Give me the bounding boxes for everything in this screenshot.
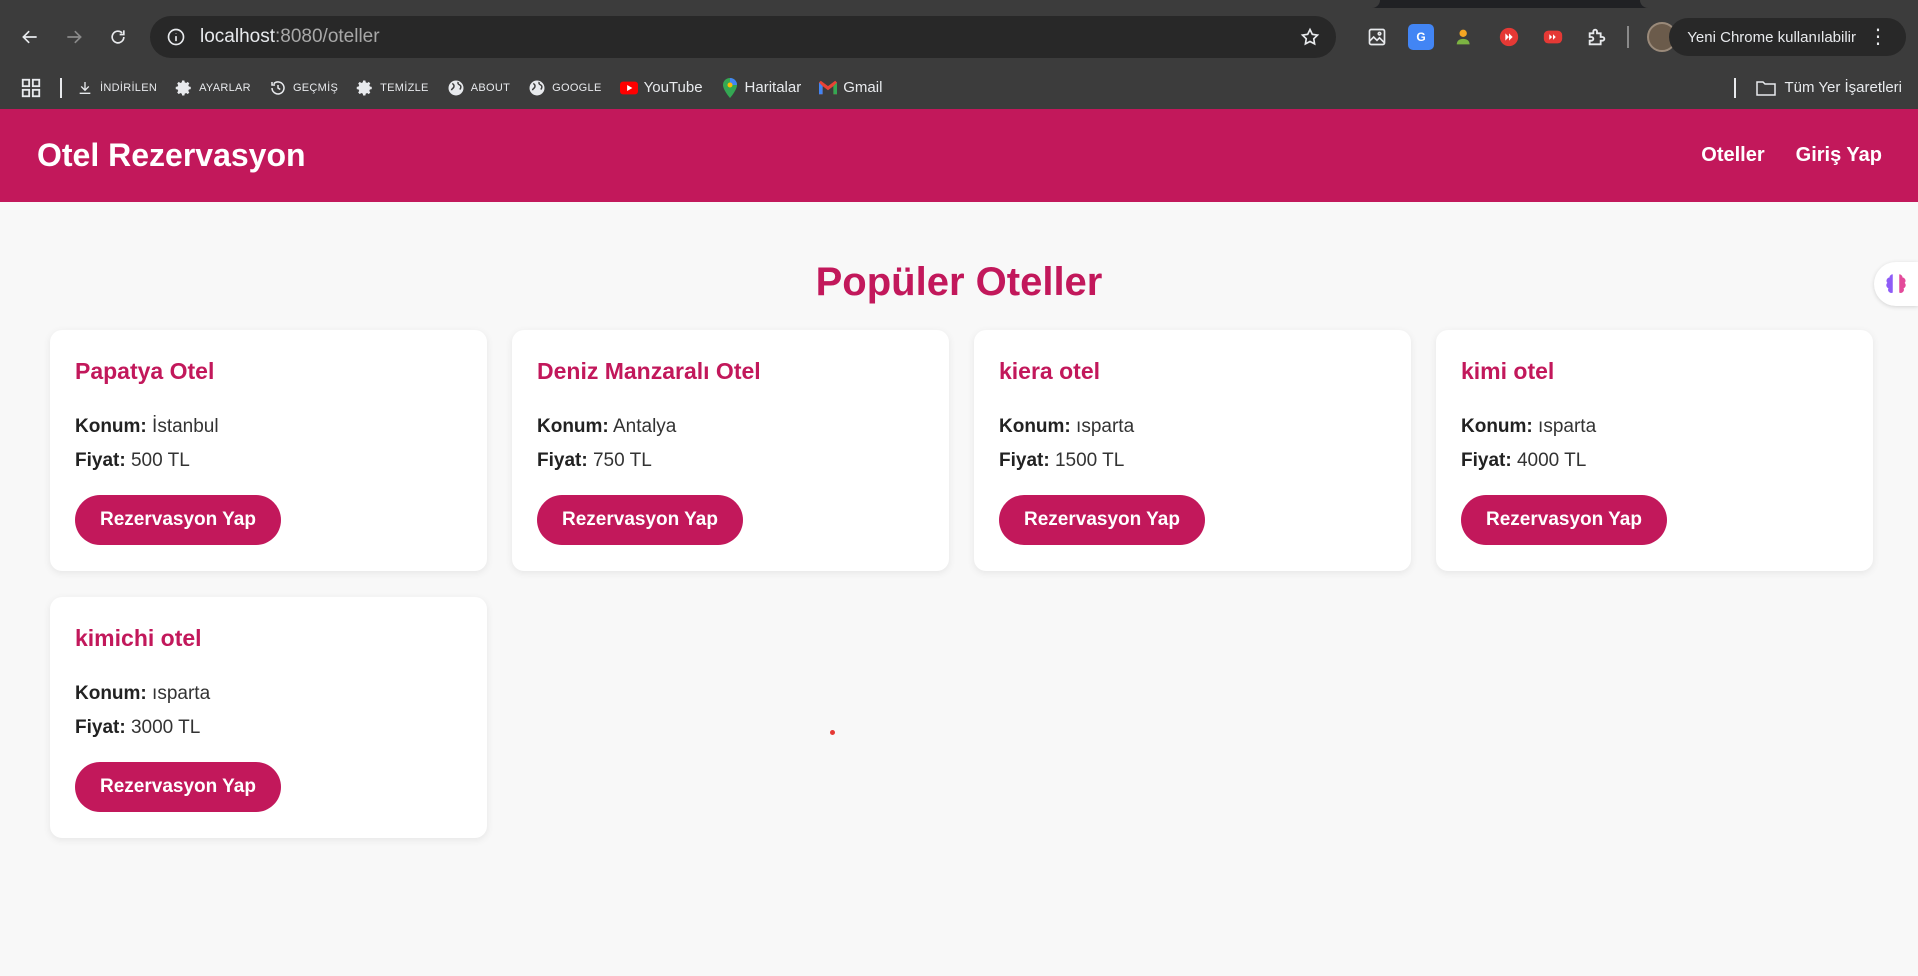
hotel-name: kimichi otel — [75, 625, 202, 651]
bookmark-label: Haritalar — [744, 79, 802, 96]
bookmark-label: ABOUT — [470, 81, 511, 94]
toolbar-separator — [1627, 26, 1629, 48]
bookmark-haritalar[interactable]: Haritalar — [721, 77, 802, 98]
bookmarks-separator — [1734, 77, 1737, 98]
bookmarks-bar: İNDİRİLEN AYARLAR GEÇMİŞ TEMİZLE ABOUT G… — [0, 66, 1918, 109]
all-bookmarks-label: Tüm Yer İşaretleri — [1784, 79, 1902, 96]
main-content: Popüler Oteller Papatya Otel Konum: İsta… — [0, 202, 1918, 878]
gear-icon — [356, 79, 374, 97]
hotel-card: kimi otel Konum: ısparta Fiyat: 4000 TL … — [1436, 330, 1873, 571]
bookmark-about[interactable]: ABOUT — [447, 79, 510, 97]
bookmark-temizle[interactable]: TEMİZLE — [356, 79, 429, 97]
nav-link-hotels[interactable]: Oteller — [1701, 144, 1764, 167]
book-button[interactable]: Rezervasyon Yap — [75, 495, 281, 545]
folder-icon — [1756, 80, 1777, 96]
youtube-icon — [619, 79, 638, 97]
hotel-card: kimichi otel Konum: ısparta Fiyat: 3000 … — [50, 597, 487, 838]
chrome-update-button[interactable]: Yeni Chrome kullanılabilir ⋮ — [1669, 18, 1906, 56]
hotel-location: Konum: ısparta — [999, 416, 1135, 437]
hotel-price: Fiyat: 4000 TL — [1461, 450, 1587, 471]
address-bar[interactable]: localhost:8080/oteller — [150, 16, 1336, 58]
hotel-name: kimi otel — [1461, 358, 1555, 384]
bookmark-gmail[interactable]: Gmail — [819, 79, 882, 97]
youtube-speed-extension-icon[interactable] — [1540, 24, 1566, 50]
image-extension-icon[interactable] — [1364, 24, 1390, 50]
nav-link-login[interactable]: Giriş Yap — [1796, 144, 1882, 167]
translate-extension-icon[interactable]: G — [1408, 24, 1434, 50]
hotel-location: Konum: İstanbul — [75, 416, 219, 437]
url-text: localhost:8080/oteller — [200, 26, 380, 47]
page-title: Popüler Oteller — [815, 260, 1103, 304]
brain-icon — [1886, 274, 1906, 294]
person-extension-icon[interactable] — [1452, 24, 1478, 50]
history-icon — [269, 79, 287, 97]
hotel-location: Konum: ısparta — [75, 683, 211, 704]
info-icon[interactable] — [166, 27, 186, 47]
gmail-icon — [819, 79, 838, 97]
active-tab-edge — [0, 0, 1380, 8]
bookmark-label: GOOGLE — [552, 81, 602, 94]
back-button[interactable] — [12, 19, 48, 55]
hotel-price: Fiyat: 1500 TL — [999, 450, 1125, 471]
book-button[interactable]: Rezervasyon Yap — [75, 762, 281, 812]
bookmark-indirilen[interactable]: İNDİRİLEN — [76, 79, 157, 97]
hotel-location: Konum: ısparta — [1461, 416, 1597, 437]
update-label: Yeni Chrome kullanılabilir — [1687, 28, 1856, 46]
bookmark-gecmis[interactable]: GEÇMİŞ — [269, 79, 338, 97]
bookmark-youtube[interactable]: YouTube — [619, 79, 703, 97]
site-brand[interactable]: Otel Rezervasyon — [37, 137, 306, 174]
bookmark-label: Gmail — [843, 79, 883, 96]
hotel-price: Fiyat: 3000 TL — [75, 717, 201, 738]
book-button[interactable]: Rezervasyon Yap — [537, 495, 743, 545]
hotel-name: Papatya Otel — [75, 358, 215, 384]
all-bookmarks[interactable]: Tüm Yer İşaretleri — [1734, 66, 1902, 109]
bookmark-label: AYARLAR — [199, 81, 251, 94]
gear-icon — [175, 79, 193, 97]
forward-button[interactable] — [56, 19, 92, 55]
arrow-right-icon — [67, 30, 82, 44]
reload-icon — [111, 30, 125, 44]
hotel-name: kiera otel — [999, 358, 1100, 384]
puzzle-icon[interactable] — [1584, 24, 1610, 50]
hotel-card: Deniz Manzaralı Otel Konum: Antalya Fiya… — [512, 330, 949, 571]
site-header: Otel Rezervasyon Oteller Giriş Yap — [0, 109, 1918, 202]
speed-extension-icon[interactable] — [1496, 24, 1522, 50]
browser-toolbar: localhost:8080/oteller G Yeni Chrome kul… — [0, 8, 1918, 66]
hotel-location: Konum: Antalya — [537, 416, 677, 437]
hotel-card: Papatya Otel Konum: İstanbul Fiyat: 500 … — [50, 330, 487, 571]
globe-icon — [528, 79, 546, 97]
hotel-price: Fiyat: 500 TL — [75, 450, 190, 471]
maps-icon — [721, 77, 739, 98]
book-button[interactable]: Rezervasyon Yap — [1461, 495, 1667, 545]
bookmark-label: GEÇMİŞ — [292, 81, 339, 94]
site-nav: Oteller Giriş Yap — [1701, 144, 1882, 167]
bookmark-label: YouTube — [643, 79, 703, 96]
apps-grid-icon[interactable] — [20, 77, 42, 99]
globe-icon — [447, 79, 465, 97]
tab-strip — [0, 0, 1918, 8]
bookmark-label: TEMİZLE — [380, 81, 429, 94]
bookmarks-separator — [60, 77, 62, 98]
more-vert-icon: ⋮ — [1868, 26, 1888, 48]
hotel-price: Fiyat: 750 TL — [537, 450, 652, 471]
reload-button[interactable] — [100, 19, 136, 55]
brain-extension-button[interactable] — [1874, 262, 1918, 306]
bookmark-ayarlar[interactable]: AYARLAR — [175, 79, 251, 97]
hotel-card: kiera otel Konum: ısparta Fiyat: 1500 TL… — [974, 330, 1411, 571]
tab-edge — [1640, 0, 1918, 8]
bookmark-label: İNDİRİLEN — [100, 81, 158, 94]
extensions-area: G — [1355, 16, 1687, 58]
book-button[interactable]: Rezervasyon Yap — [999, 495, 1205, 545]
download-icon — [76, 79, 94, 97]
hotel-grid: Papatya Otel Konum: İstanbul Fiyat: 500 … — [50, 330, 1873, 838]
arrow-left-icon — [22, 30, 37, 44]
star-icon[interactable] — [1300, 27, 1320, 47]
hotel-name: Deniz Manzaralı Otel — [537, 358, 761, 384]
bookmark-google[interactable]: GOOGLE — [528, 79, 601, 97]
cursor-dot — [830, 730, 835, 735]
